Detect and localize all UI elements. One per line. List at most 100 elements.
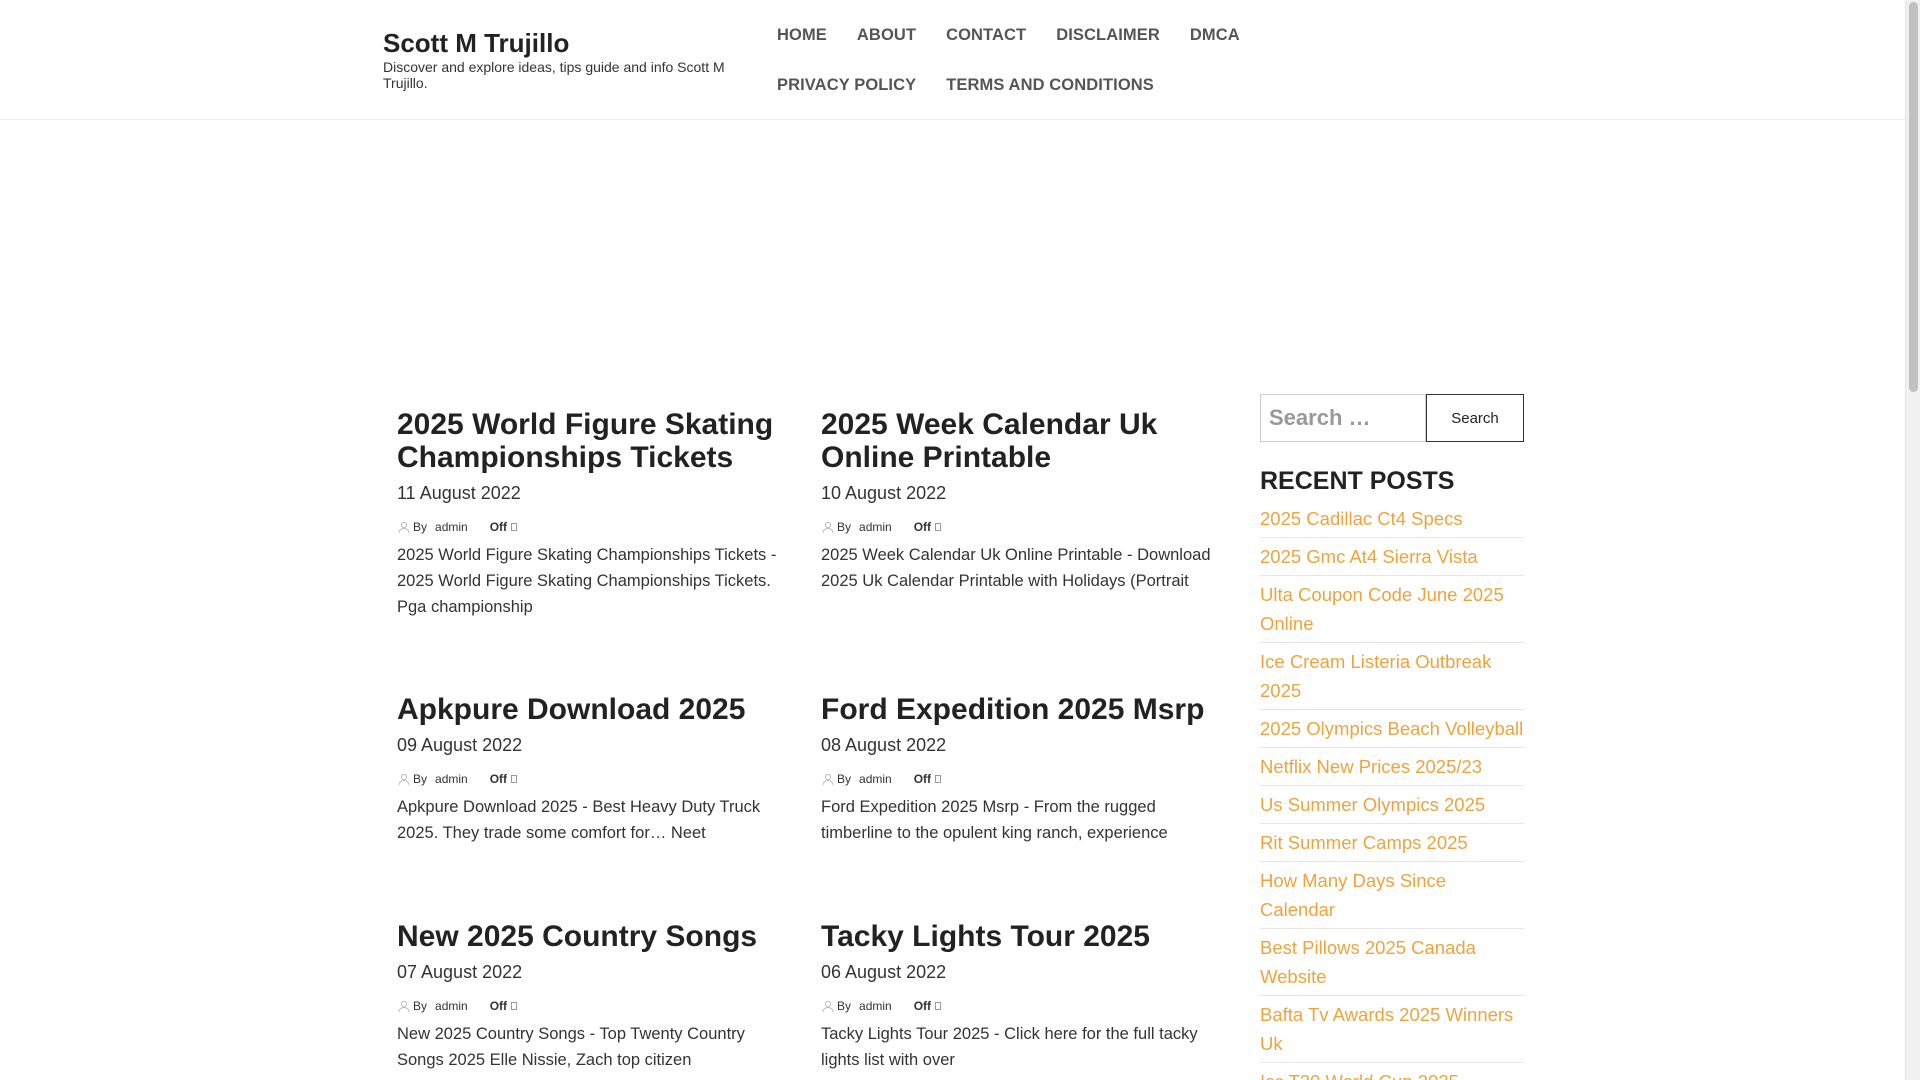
post-author[interactable]: admin [859,999,892,1013]
post-author[interactable]: admin [435,520,468,534]
search-form: Search [1260,394,1524,442]
list-item: Us Summer Olympics 2025 [1260,786,1524,824]
post-title[interactable]: Apkpure Download 2025 [397,693,787,726]
post-card: 2025 World Figure Skating Championships … [397,408,787,620]
post-card: 2025 Week Calendar Uk Online Printable 1… [821,408,1211,594]
meta-by-label: By [413,772,428,786]
comment-icon [935,1002,942,1010]
list-item: Ulta Coupon Code June 2025 Online [1260,576,1524,643]
main-navigation: HOME ABOUT CONTACT DISCLAIMER DMCA PRIVA… [762,10,1422,110]
user-icon [398,773,410,785]
meta-by-label: By [413,999,428,1013]
comment-icon [511,1002,518,1010]
scrollbar-thumb[interactable] [1909,2,1918,392]
post-date: 08 August 2022 [821,735,947,755]
post-title[interactable]: New 2025 Country Songs [397,920,787,953]
post-title[interactable]: 2025 Week Calendar Uk Online Printable [821,408,1211,474]
post-card: New 2025 Country Songs 07 August 2022 By… [397,920,787,1073]
nav-item-disclaimer[interactable]: DISCLAIMER [1041,10,1175,60]
page-scrollbar[interactable] [1905,0,1920,1080]
user-icon [398,1000,410,1012]
post-comments-status: Off [489,520,508,534]
post-author[interactable]: admin [859,520,892,534]
meta-by-label: By [837,772,852,786]
post-comments-status: Off [913,520,932,534]
post-excerpt: Ford Expedition 2025 Msrp - From the rug… [821,798,1168,842]
list-item: Bafta Tv Awards 2025 Winners Uk [1260,996,1524,1063]
nav-item-dmca[interactable]: DMCA [1175,10,1255,60]
user-icon [822,521,834,533]
post-meta: By admin Off [397,520,787,534]
list-item: Best Pillows 2025 Canada Website [1260,929,1524,996]
post-excerpt: 2025 Week Calendar Uk Online Printable -… [821,546,1211,590]
list-item: Netflix New Prices 2025/23 [1260,748,1524,786]
list-item: 2025 Gmc At4 Sierra Vista [1260,538,1524,576]
search-button[interactable]: Search [1426,394,1524,442]
list-item: How Many Days Since Calendar [1260,862,1524,929]
meta-by-label: By [837,999,852,1013]
recent-post-link[interactable]: How Many Days Since Calendar [1260,866,1524,924]
recent-post-link[interactable]: 2025 Cadillac Ct4 Specs [1260,504,1524,533]
user-icon [398,521,410,533]
recent-post-link[interactable]: Netflix New Prices 2025/23 [1260,752,1524,781]
recent-posts-list: 2025 Cadillac Ct4 Specs 2025 Gmc At4 Sie… [1260,500,1524,1080]
nav-item-contact[interactable]: CONTACT [931,10,1041,60]
post-author[interactable]: admin [859,772,892,786]
recent-post-link[interactable]: Best Pillows 2025 Canada Website [1260,933,1524,991]
nav-item-terms-and-conditions[interactable]: TERMS AND CONDITIONS [931,60,1169,110]
post-meta: By admin Off [397,999,787,1013]
user-icon [822,773,834,785]
post-author[interactable]: admin [435,772,468,786]
post-date: 09 August 2022 [397,735,523,755]
nav-item-home[interactable]: HOME [762,10,842,60]
recent-post-link[interactable]: Icc T20 World Cup 2025 Coverage In Ameri… [1260,1067,1524,1080]
post-excerpt: New 2025 Country Songs - Top Twenty Coun… [397,1025,745,1069]
post-date: 07 August 2022 [397,962,523,982]
recent-post-link[interactable]: 2025 Olympics Beach Volleyball [1260,714,1524,743]
site-header: Scott M Trujillo Discover and explore id… [0,0,1905,120]
nav-item-about[interactable]: ABOUT [842,10,931,60]
post-title[interactable]: 2025 World Figure Skating Championships … [397,408,787,474]
post-meta: By admin Off [821,999,1211,1013]
sidebar: Search RECENT POSTS 2025 Cadillac Ct4 Sp… [1260,394,1524,1080]
list-item: Icc T20 World Cup 2025 Coverage In Ameri… [1260,1063,1524,1080]
post-meta: By admin Off [821,772,1211,786]
recent-post-link[interactable]: Ice Cream Listeria Outbreak 2025 [1260,647,1524,705]
list-item: Ice Cream Listeria Outbreak 2025 [1260,643,1524,710]
list-item: 2025 Cadillac Ct4 Specs [1260,500,1524,538]
post-author[interactable]: admin [435,999,468,1013]
post-card: Apkpure Download 2025 09 August 2022 By … [397,693,787,846]
post-date: 06 August 2022 [821,962,947,982]
post-title[interactable]: Tacky Lights Tour 2025 [821,920,1211,953]
post-date: 11 August 2022 [397,483,521,503]
list-item: Rit Summer Camps 2025 [1260,824,1524,862]
comment-icon [511,523,518,531]
meta-by-label: By [413,520,428,534]
comment-icon [511,775,518,783]
nav-item-privacy-policy[interactable]: PRIVACY POLICY [762,60,931,110]
search-input[interactable] [1260,394,1426,442]
recent-post-link[interactable]: Rit Summer Camps 2025 [1260,828,1524,857]
recent-post-link[interactable]: Us Summer Olympics 2025 [1260,790,1524,819]
post-meta: By admin Off [397,772,787,786]
post-card: Tacky Lights Tour 2025 06 August 2022 By… [821,920,1211,1073]
post-comments-status: Off [913,772,932,786]
site-description: Discover and explore ideas, tips guide a… [383,59,725,92]
comment-icon [935,775,942,783]
recent-post-link[interactable]: Ulta Coupon Code June 2025 Online [1260,580,1524,638]
post-excerpt: 2025 World Figure Skating Championships … [397,546,777,616]
list-item: 2025 Olympics Beach Volleyball [1260,710,1524,748]
recent-post-link[interactable]: 2025 Gmc At4 Sierra Vista [1260,542,1524,571]
recent-posts-heading: RECENT POSTS [1260,467,1455,495]
post-meta: By admin Off [821,520,1211,534]
post-comments-status: Off [489,999,508,1013]
recent-post-link[interactable]: Bafta Tv Awards 2025 Winners Uk [1260,1000,1524,1058]
post-comments-status: Off [489,772,508,786]
meta-by-label: By [837,520,852,534]
user-icon [822,1000,834,1012]
post-comments-status: Off [913,999,932,1013]
site-branding: Scott M Trujillo Discover and explore id… [383,28,743,91]
post-title[interactable]: Ford Expedition 2025 Msrp [821,693,1211,726]
site-title[interactable]: Scott M Trujillo [383,28,743,59]
comment-icon [935,523,942,531]
